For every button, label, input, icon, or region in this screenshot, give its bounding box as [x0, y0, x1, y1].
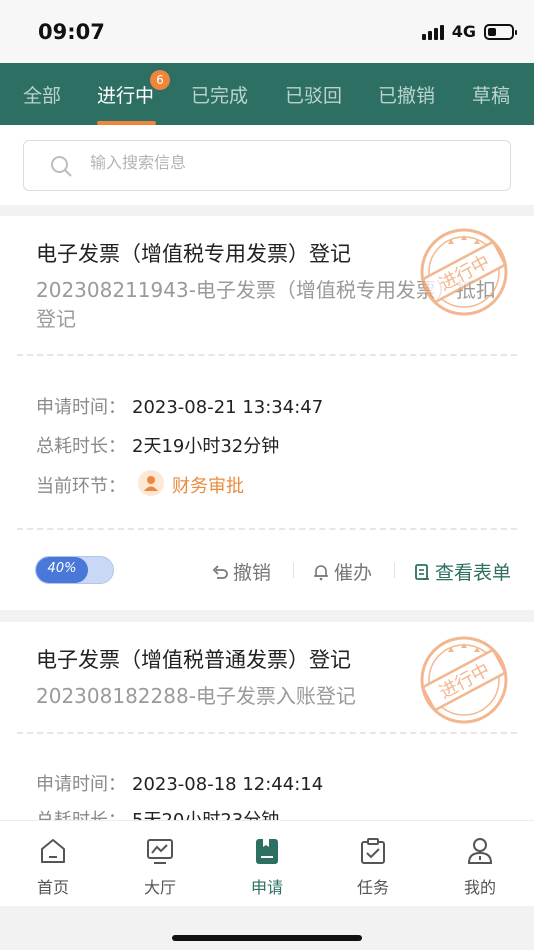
stage-label: 当前环节：: [36, 476, 126, 497]
tab-count-badge: 6: [150, 70, 170, 90]
duration-value: 2天19小时32分钟: [132, 436, 280, 457]
bell-icon: [314, 564, 328, 580]
nav-home[interactable]: 首页: [13, 821, 93, 907]
search-box[interactable]: [23, 140, 511, 191]
duration-label: 总耗时长：: [36, 436, 126, 457]
signal-icon: [421, 24, 446, 40]
status-indicators: 4G: [421, 22, 517, 41]
safe-area: [0, 906, 534, 950]
nav-profile-label: 我的: [463, 878, 496, 897]
apply-time-row: 申请时间： 2023-08-21 13:34:47: [36, 393, 323, 419]
profile-icon: [467, 838, 493, 864]
tab-revoked[interactable]: 已撤销: [378, 81, 435, 108]
bottom-navigation: 首页 大厅 申请 任务 我的: [0, 820, 534, 906]
search-input[interactable]: [90, 153, 470, 172]
action-separator: [394, 562, 395, 578]
card-title: 电子发票（增值税普通发票）登记: [36, 648, 351, 672]
apply-time-value: 2023-08-18 12:44:14: [132, 774, 324, 795]
application-card[interactable]: 电子发票（增值税普通发票）登记 202308182288-电子发票入账登记 进行…: [0, 622, 534, 822]
tab-rejected[interactable]: 已驳回: [285, 81, 342, 108]
in-progress-stamp-icon: 进行中: [420, 636, 508, 724]
revoke-button[interactable]: 撤销: [211, 558, 271, 585]
urge-label: 催办: [334, 562, 373, 584]
view-form-label: 查看表单: [435, 562, 512, 584]
stage-row: 当前环节：: [36, 472, 126, 498]
nav-apply[interactable]: 申请: [227, 821, 307, 907]
approver-avatar-icon: [138, 470, 164, 496]
apply-time-value: 2023-08-21 13:34:47: [132, 397, 324, 418]
apply-time-label: 申请时间：: [36, 397, 126, 418]
tab-in-progress[interactable]: 进行中: [97, 81, 154, 108]
nav-task-label: 任务: [356, 878, 389, 897]
card-divider: [17, 528, 517, 530]
apply-time-label: 申请时间：: [36, 774, 126, 795]
search-icon: [51, 156, 72, 177]
action-separator: [293, 562, 294, 578]
progress-label: 40%: [47, 561, 77, 576]
home-indicator: [172, 935, 362, 941]
undo-icon: [212, 564, 228, 579]
nav-apply-label: 申请: [250, 878, 283, 897]
tab-all[interactable]: 全部: [23, 81, 61, 108]
task-icon: [361, 838, 385, 864]
card-divider: [17, 354, 517, 356]
status-tabs: 全部 进行中 已完成 已驳回 已撤销 草稿: [0, 63, 534, 125]
card-title: 电子发票（增值税专用发票）登记: [36, 242, 351, 266]
hall-icon: [147, 839, 173, 864]
nav-hall[interactable]: 大厅: [120, 821, 200, 907]
form-icon: [415, 563, 429, 580]
network-label: 4G: [451, 22, 476, 41]
tab-drafts[interactable]: 草稿: [472, 81, 510, 108]
home-icon: [41, 839, 65, 863]
card-divider: [17, 732, 517, 734]
status-time: 09:07: [38, 20, 105, 44]
progress-bar: 40%: [35, 556, 114, 584]
duration-row: 总耗时长： 2天19小时32分钟: [36, 432, 279, 458]
search-area: [0, 125, 534, 205]
stage-value: 财务审批: [172, 476, 244, 497]
urge-button[interactable]: 催办: [312, 558, 372, 585]
nav-home-label: 首页: [36, 878, 69, 897]
nav-profile[interactable]: 我的: [440, 821, 520, 907]
view-form-button[interactable]: 查看表单: [413, 558, 511, 585]
in-progress-stamp-icon: 进行中: [420, 228, 508, 316]
revoke-label: 撤销: [233, 562, 272, 584]
status-bar: 09:07 4G: [0, 0, 534, 63]
apply-icon: [256, 839, 278, 864]
battery-icon: [484, 23, 517, 40]
apply-time-row: 申请时间： 2023-08-18 12:44:14: [36, 770, 323, 796]
nav-task[interactable]: 任务: [333, 821, 413, 907]
nav-hall-label: 大厅: [143, 878, 176, 897]
tab-completed[interactable]: 已完成: [191, 81, 248, 108]
application-card[interactable]: 电子发票（增值税专用发票）登记 202308211943-电子发票（增值税专用发…: [0, 216, 534, 610]
